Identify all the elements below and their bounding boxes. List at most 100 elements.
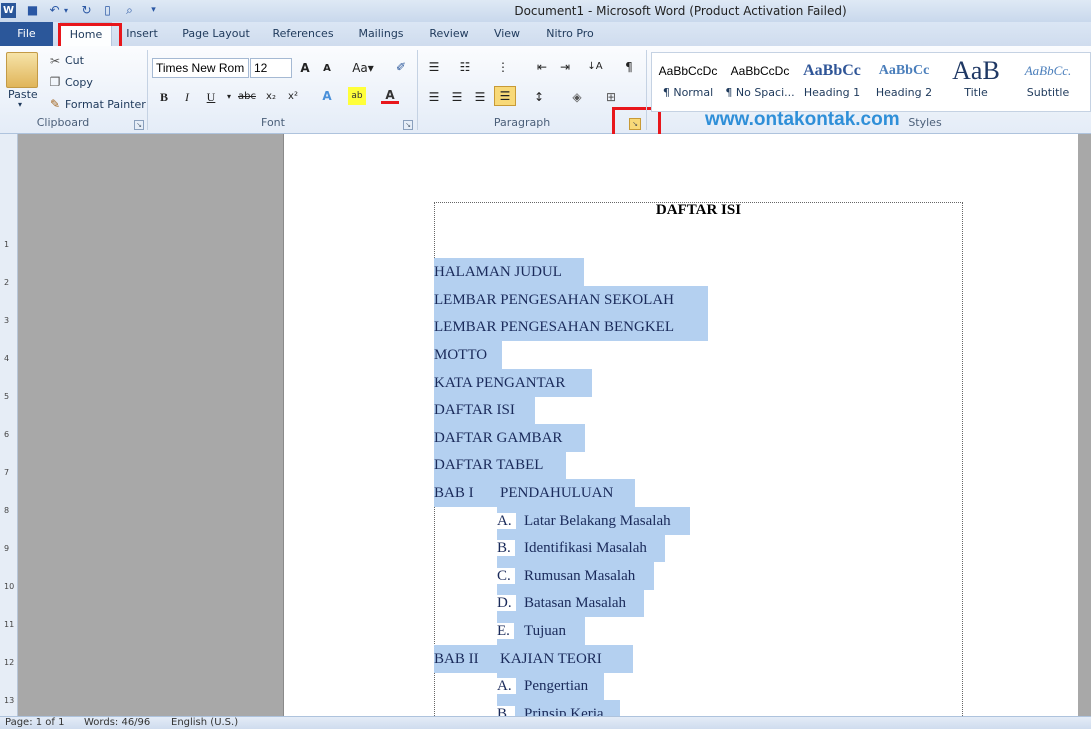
status-page[interactable]: Page: 1 of 1: [5, 717, 64, 728]
text-effects-icon[interactable]: A: [318, 87, 336, 105]
style-heading-1[interactable]: AaBbCc Heading 1: [797, 56, 867, 108]
tab-mailings[interactable]: Mailings: [350, 22, 412, 46]
ruler-number: 13: [4, 696, 15, 705]
numbering-icon[interactable]: ☷: [456, 58, 474, 76]
style-title[interactable]: AaB Title: [941, 56, 1011, 108]
paste-label[interactable]: Paste: [8, 88, 38, 101]
style-name: Heading 2: [875, 86, 933, 99]
tab-references[interactable]: References: [266, 22, 340, 46]
style-preview: AaBbCc.: [1024, 63, 1072, 78]
subitem-text: Identifikasi Masalah: [524, 540, 647, 556]
toc-chapter[interactable]: BAB II KAJIAN TEORI: [434, 645, 633, 673]
chapter-number: BAB I: [434, 485, 474, 501]
align-center-icon[interactable]: ☰: [448, 88, 466, 106]
ruler-number: 2: [4, 278, 10, 287]
toc-subitem[interactable]: A. Pengertian: [497, 672, 604, 700]
toc-subitem[interactable]: C. Rumusan Masalah: [497, 562, 654, 590]
toc-line[interactable]: HALAMAN JUDUL: [434, 258, 584, 286]
font-dialog-launcher-icon[interactable]: ↘: [403, 120, 413, 130]
toc-line[interactable]: DAFTAR ISI: [434, 396, 535, 424]
copy-label[interactable]: Copy: [65, 76, 93, 89]
tab-page-layout[interactable]: Page Layout: [176, 22, 256, 46]
decrease-indent-icon[interactable]: ⇤: [533, 58, 551, 76]
tab-insert[interactable]: Insert: [120, 22, 164, 46]
toc-chapter[interactable]: BAB I PENDAHULUAN: [434, 479, 635, 507]
style-preview: AaBbCcDc: [730, 64, 790, 78]
style-preview: AaBbCcDc: [658, 64, 718, 78]
toc-subitem[interactable]: A. Latar Belakang Masalah: [497, 507, 690, 535]
cut-icon[interactable]: ✂: [46, 52, 64, 70]
status-language[interactable]: English (U.S.): [171, 717, 238, 728]
font-name-combo[interactable]: Times New Rom: [152, 58, 249, 78]
show-hide-marks-icon[interactable]: ¶: [620, 58, 638, 76]
line-spacing-icon[interactable]: ↕: [530, 88, 548, 106]
clipboard-dialog-launcher-icon[interactable]: ↘: [134, 120, 144, 130]
cut-label[interactable]: Cut: [65, 54, 84, 67]
style-preview: AaBbCc: [803, 62, 861, 79]
chapter-title: KAJIAN TEORI: [500, 651, 602, 667]
shading-icon[interactable]: ◈: [568, 88, 586, 106]
subitem-text: Rumusan Masalah: [524, 568, 636, 584]
tab-nitro-pro[interactable]: Nitro Pro: [538, 22, 602, 46]
toc-subitem[interactable]: B. Prinsip Kerja: [497, 700, 620, 716]
subitem-text: Batasan Masalah: [524, 595, 627, 611]
style-no-spacing[interactable]: AaBbCcDc ¶ No Spaci...: [725, 56, 795, 108]
toc-line[interactable]: DAFTAR GAMBAR: [434, 424, 585, 452]
toc-line[interactable]: MOTTO: [434, 341, 502, 369]
superscript-icon[interactable]: x²: [284, 88, 302, 106]
toc-subitem[interactable]: E. Tujuan: [497, 617, 585, 645]
style-preview: AaB: [952, 56, 1000, 85]
borders-icon[interactable]: ⊞: [602, 88, 620, 106]
toc-line[interactable]: LEMBAR PENGESAHAN SEKOLAH: [434, 286, 708, 314]
style-name: ¶ Normal: [662, 86, 714, 99]
toc-line[interactable]: KATA PENGANTAR: [434, 369, 592, 397]
toc-line[interactable]: DAFTAR TABEL: [434, 451, 566, 479]
highlight-color-icon[interactable]: ab: [348, 87, 366, 105]
italic-icon[interactable]: I: [178, 88, 196, 106]
subscript-icon[interactable]: x₂: [262, 88, 280, 106]
underline-icon[interactable]: U: [202, 88, 220, 106]
style-name: Title: [964, 86, 988, 99]
paste-icon[interactable]: [6, 52, 38, 88]
ruler-number: 10: [4, 582, 15, 591]
tab-file[interactable]: File: [0, 22, 53, 46]
format-painter-label[interactable]: Format Painter: [65, 98, 146, 111]
font-size-combo[interactable]: 12: [250, 58, 292, 78]
bullets-icon[interactable]: ☰: [425, 58, 443, 76]
style-name: Subtitle: [1026, 86, 1070, 99]
format-painter-icon[interactable]: ✎: [46, 95, 64, 113]
multilevel-list-icon[interactable]: ⋮: [494, 58, 512, 76]
status-words[interactable]: Words: 46/96: [84, 717, 150, 728]
toc-line[interactable]: LEMBAR PENGESAHAN BENGKEL: [434, 313, 708, 341]
style-subtitle[interactable]: AaBbCc. Subtitle: [1013, 56, 1083, 108]
ruler-number: 8: [4, 506, 10, 515]
toc-subitem[interactable]: D. Batasan Masalah: [497, 589, 644, 617]
shrink-font-icon[interactable]: A: [318, 60, 336, 78]
style-normal[interactable]: AaBbCcDc ¶ Normal: [653, 56, 723, 108]
clear-formatting-icon[interactable]: ✐: [392, 58, 410, 76]
tab-view[interactable]: View: [486, 22, 528, 46]
align-left-icon[interactable]: ☰: [425, 88, 443, 106]
justify-icon[interactable]: ☰: [494, 86, 516, 106]
bold-icon[interactable]: B: [155, 88, 173, 106]
style-heading-2[interactable]: AaBbCc Heading 2: [869, 56, 939, 108]
toc-subitem[interactable]: B. Identifikasi Masalah: [497, 534, 665, 562]
ruler-number: 6: [4, 430, 10, 439]
grow-font-icon[interactable]: A: [296, 59, 314, 77]
tab-review[interactable]: Review: [422, 22, 476, 46]
subitem-letter: C.: [497, 568, 515, 584]
copy-icon[interactable]: ❐: [46, 73, 64, 91]
sort-icon[interactable]: ↓A: [586, 58, 604, 76]
paste-dropdown-icon[interactable]: ▾: [18, 100, 22, 109]
change-case-icon[interactable]: Aa▾: [350, 59, 376, 77]
strikethrough-icon[interactable]: abc: [236, 88, 258, 106]
clipboard-group-label: Clipboard: [36, 116, 90, 129]
align-right-icon[interactable]: ☰: [471, 88, 489, 106]
group-separator: [147, 50, 148, 130]
style-name: ¶ No Spaci...: [725, 86, 795, 99]
watermark-text: www.ontakontak.com: [705, 109, 900, 130]
ruler-number: 3: [4, 316, 10, 325]
ruler-number: 5: [4, 392, 10, 401]
increase-indent-icon[interactable]: ⇥: [556, 58, 574, 76]
font-color-icon[interactable]: A: [381, 86, 399, 104]
